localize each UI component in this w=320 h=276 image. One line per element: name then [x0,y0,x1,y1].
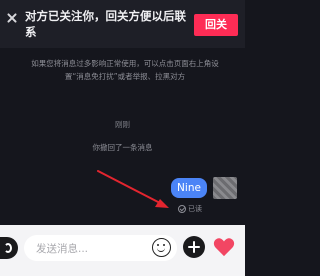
avatar[interactable] [213,177,237,199]
read-check-icon [178,204,186,213]
message-timestamp: 刚刚 [115,120,130,129]
banner-message: 对方已关注你，回关方便以后联系 [25,9,186,39]
plus-icon[interactable] [183,236,205,258]
read-label: 已读 [188,204,202,213]
read-status: 已读 [178,203,202,214]
message-bubble[interactable]: Nine [171,178,207,198]
follow-banner: 对方已关注你，回关方便以后联系 回关 [0,0,245,48]
emoji-icon[interactable] [152,238,171,257]
recall-notice: 你撤回了一条消息 [92,143,153,152]
heart-icon[interactable] [213,237,235,257]
message-input-placeholder: 发送消息... [36,243,89,255]
chat-notice: 如果您将消息过多影响正常使用，可以点击页面右上角设置“消息免打扰”或者举报、拉黑… [31,59,219,81]
close-icon[interactable] [6,12,18,24]
follow-back-button[interactable]: 回关 [194,14,238,36]
